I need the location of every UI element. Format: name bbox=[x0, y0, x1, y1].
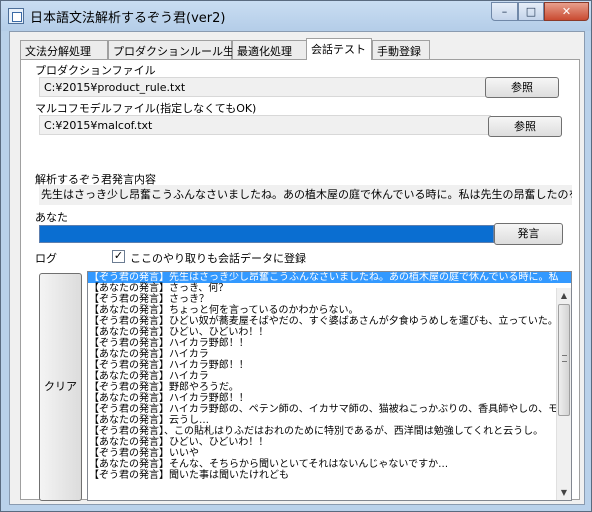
log-line[interactable]: 【あなたの発言】ハイカラ bbox=[88, 349, 571, 360]
window-title: 日本語文法解析するぞう君(ver2) bbox=[30, 11, 226, 26]
maximize-button[interactable]: □ bbox=[518, 2, 544, 21]
markov-file-label: マルコフモデルファイル(指定しなくてもOK) bbox=[35, 102, 257, 115]
log-line[interactable]: 【ぞう君の発言】ハイカラ野郎！！ bbox=[88, 338, 571, 349]
markov-reference-button[interactable]: 参照 bbox=[488, 116, 562, 137]
scroll-up-arrow-icon[interactable]: ▲ bbox=[557, 288, 571, 303]
tab-conversation-test[interactable]: 会話テスト bbox=[306, 38, 372, 60]
log-scrollbar[interactable]: ▲ ▼ bbox=[556, 288, 571, 500]
conversation-log-list[interactable]: 【ぞう君の発言】先生はさっき少し昂奮こうふんなさいましたね。あの植木屋の庭で休ん… bbox=[87, 271, 572, 501]
production-file-label: プロダクションファイル bbox=[35, 64, 156, 77]
clear-button[interactable]: クリア bbox=[39, 273, 82, 501]
scroll-grip-icon bbox=[562, 355, 567, 362]
log-line[interactable]: 【ぞう君の発言】野郎やろうだ。 bbox=[88, 382, 571, 393]
title-bar[interactable]: 日本語文法解析するぞう君(ver2) – □ ✕ bbox=[1, 1, 591, 31]
tab-grammar-decomposition[interactable]: 文法分解処理 bbox=[20, 40, 108, 59]
tab-optimization[interactable]: 最適化処理 bbox=[232, 40, 308, 59]
checkbox-checked-icon[interactable]: ✓ bbox=[112, 250, 125, 263]
zoukun-said-text: 先生はさっき少し昂奮こうふんなさいましたね。あの植木屋の庭で休んでいる時に。私は… bbox=[39, 185, 572, 205]
log-line[interactable]: 【ぞう君の発言】ひどい奴が蕎麦屋そばやだの、すぐ婆ばあさんが夕食ゆうめしを運びも… bbox=[88, 316, 571, 327]
scroll-thumb[interactable] bbox=[558, 304, 570, 416]
log-line[interactable]: 【ぞう君の発言】先生はさっき少し昂奮こうふんなさいましたね。あの植木屋の庭で休ん… bbox=[88, 272, 571, 283]
log-line[interactable]: 【あなたの発言】ハイカラ野郎！！ bbox=[88, 393, 571, 404]
close-button[interactable]: ✕ bbox=[544, 2, 589, 21]
log-line[interactable]: 【ぞう君の発言】いいや bbox=[88, 448, 571, 459]
log-lines: 【ぞう君の発言】先生はさっき少し昂奮こうふんなさいましたね。あの植木屋の庭で休ん… bbox=[88, 272, 571, 481]
markov-file-field[interactable]: C:¥2015¥malcof.txt bbox=[39, 115, 491, 135]
log-line[interactable]: 【ぞう君の発言】、この貼札はりふだはおれのために特別であるが、西洋間は勉強してく… bbox=[88, 426, 571, 437]
user-utterance-input[interactable] bbox=[39, 225, 494, 243]
tab-manual-registration[interactable]: 手動登録 bbox=[372, 40, 430, 59]
conversation-test-page: プロダクションファイル C:¥2015¥product_rule.txt 参照 … bbox=[20, 59, 580, 501]
tab-production-rule[interactable]: プロダクションルール生成 bbox=[108, 40, 245, 59]
log-line[interactable]: 【ぞう君の発言】ハイカラ野郎！！ bbox=[88, 360, 571, 371]
production-file-field[interactable]: C:¥2015¥product_rule.txt bbox=[39, 77, 491, 97]
log-label: ログ bbox=[35, 252, 57, 265]
log-line[interactable]: 【あなたの発言】ハイカラ bbox=[88, 371, 571, 382]
minimize-button[interactable]: – bbox=[491, 2, 518, 21]
app-icon[interactable] bbox=[8, 8, 24, 24]
you-label: あなた bbox=[35, 211, 68, 224]
production-reference-button[interactable]: 参照 bbox=[485, 77, 559, 98]
log-line[interactable]: 【ぞう君の発言】さっき？ bbox=[88, 294, 571, 305]
speak-button[interactable]: 発言 bbox=[494, 223, 563, 245]
log-line[interactable]: 【あなたの発言】ひどい、ひどいわ！！ bbox=[88, 437, 571, 448]
client-area: 文法分解処理 プロダクションルール生成 最適化処理 会話テスト 手動登録 プロダ… bbox=[9, 31, 585, 505]
log-line[interactable]: 【あなたの発言】云うし… bbox=[88, 415, 571, 426]
log-line[interactable]: 【あなたの発言】ちょっと何を言っているのかわからない。 bbox=[88, 305, 571, 316]
log-line[interactable]: 【あなたの発言】ひどい、ひどいわ！！ bbox=[88, 327, 571, 338]
app-window: 日本語文法解析するぞう君(ver2) – □ ✕ 文法分解処理 プロダクションル… bbox=[0, 0, 592, 512]
log-line[interactable]: 【あなたの発言】さっき、何？ bbox=[88, 283, 571, 294]
register-checkbox-label[interactable]: ここのやり取りも会話データに登録 bbox=[130, 250, 306, 266]
log-line[interactable]: 【ぞう君の発言】ハイカラ野郎の、ペテン師の、イカサマ師の、猫被ねこっかぶりの、香… bbox=[88, 404, 571, 415]
scroll-down-arrow-icon[interactable]: ▼ bbox=[557, 485, 571, 500]
log-line[interactable]: 【ぞう君の発言】聞いた事は聞いたけれども bbox=[88, 470, 571, 481]
log-line[interactable]: 【あなたの発言】そんな、そちらから聞いといてそれはないんじゃないですか… bbox=[88, 459, 571, 470]
